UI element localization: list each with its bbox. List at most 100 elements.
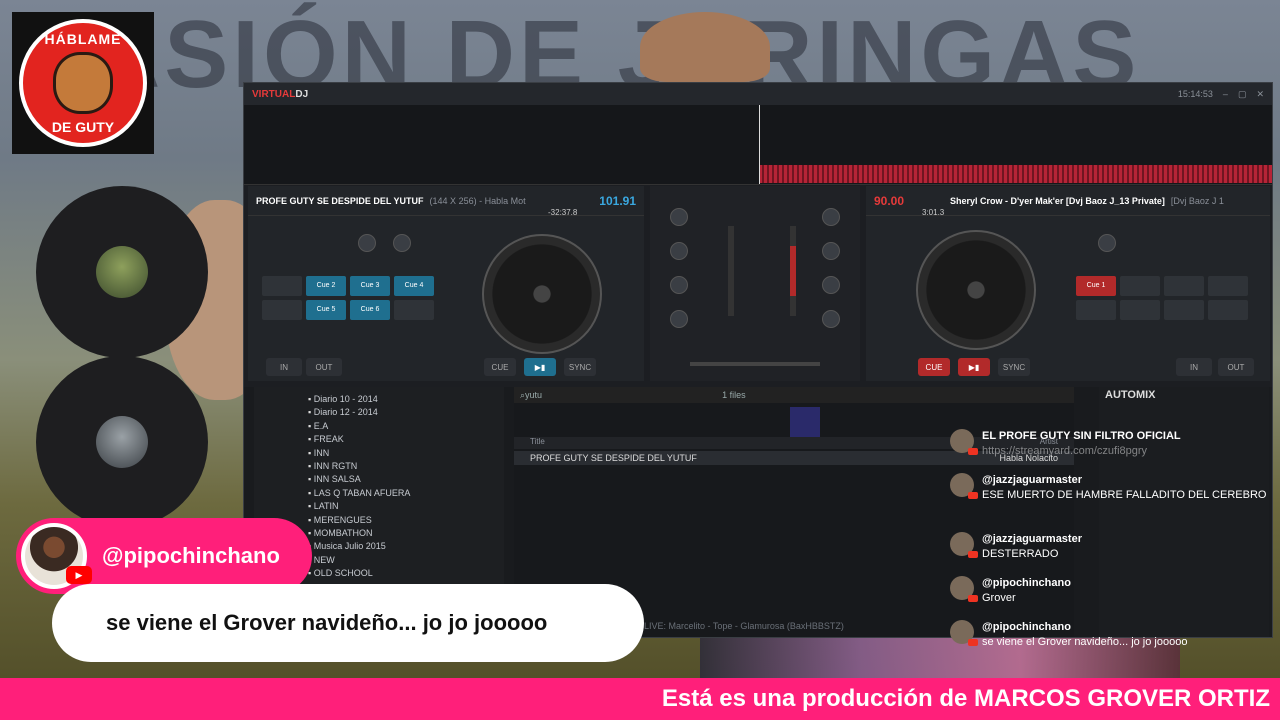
chat-text: ESE MUERTO DE HAMBRE FALLADITO DEL CEREB… xyxy=(982,489,1267,501)
mixer-mid-right-knob[interactable] xyxy=(822,276,840,294)
mixer-mid-left-knob[interactable] xyxy=(670,276,688,294)
volume-fader-right[interactable] xyxy=(790,226,796,316)
pad[interactable] xyxy=(1208,300,1248,320)
pad[interactable] xyxy=(1164,300,1204,320)
deck-left-out-button[interactable]: OUT xyxy=(306,358,342,376)
deck-left-meta: (144 X 256) - Habla Mot xyxy=(429,195,526,206)
deck-left-pitch-knob[interactable] xyxy=(393,234,411,252)
waveform-display[interactable] xyxy=(244,105,1272,185)
folder-item[interactable]: Musica Julio 2015 xyxy=(308,540,504,553)
chat-author: @pipochinchano xyxy=(982,577,1071,589)
deck-left-cue-button[interactable]: CUE xyxy=(484,358,516,376)
folder-item[interactable]: INN RGTN xyxy=(308,460,504,473)
pad-cue-3[interactable]: Cue 3 xyxy=(350,276,390,296)
folder-item[interactable]: E.A xyxy=(308,420,504,433)
deck-right-elapsed: 3:01.3 xyxy=(922,208,945,217)
pad[interactable] xyxy=(1120,300,1160,320)
bottom-ticker: Está es una producción de MARCOS GROVER … xyxy=(0,678,1280,720)
automix-title: AUTOMIX xyxy=(1105,389,1156,401)
deck-right-cue-button[interactable]: CUE xyxy=(918,358,950,376)
logo-face-icon xyxy=(53,52,113,114)
mixer-section xyxy=(650,186,860,381)
pad[interactable] xyxy=(262,276,302,296)
waveform-cursor xyxy=(759,105,760,184)
crossfader[interactable] xyxy=(690,362,820,366)
pad[interactable] xyxy=(1208,276,1248,296)
deck-right: 90.00 Sheryl Crow - D'yer Mak'er [Dvj Ba… xyxy=(866,186,1270,381)
mixer-low-left-knob[interactable] xyxy=(670,310,688,328)
pad-cue-6[interactable]: Cue 6 xyxy=(350,300,390,320)
pad[interactable] xyxy=(1120,276,1160,296)
deck-right-bpm: 90.00 xyxy=(874,193,905,208)
pad[interactable] xyxy=(394,300,434,320)
logo-bottom-text: DE GUTY xyxy=(51,119,115,135)
youtube-icon: ▶ xyxy=(66,566,92,584)
track-thumbnail xyxy=(790,407,820,437)
deck-right-out-button[interactable]: OUT xyxy=(1218,358,1254,376)
chat-avatar xyxy=(950,620,978,646)
pad-cue-1[interactable]: Cue 1 xyxy=(1076,276,1116,296)
folder-item[interactable]: LAS Q TABAN AFUERA xyxy=(308,487,504,500)
chat-message: @pipochinchano Grover xyxy=(950,576,1270,606)
volume-fader-left[interactable] xyxy=(728,226,734,316)
mixer-high-left-knob[interactable] xyxy=(670,242,688,260)
pad[interactable] xyxy=(1076,300,1116,320)
deck-left-play-button[interactable]: ▶▮ xyxy=(524,358,556,376)
guest-photo xyxy=(96,246,148,298)
browser-search-input[interactable]: yutu xyxy=(525,390,542,400)
mixer-high-right-knob[interactable] xyxy=(822,242,840,260)
deck-left-in-button[interactable]: IN xyxy=(266,358,302,376)
mixer-gain-left-knob[interactable] xyxy=(670,208,688,226)
maximize-icon[interactable]: ▢ xyxy=(1238,89,1247,100)
close-icon[interactable]: ✕ xyxy=(1256,89,1264,100)
deck-right-play-button[interactable]: ▶▮ xyxy=(958,358,990,376)
folder-item[interactable]: INN xyxy=(308,447,504,460)
deck-left-info: PROFE GUTY SE DESPIDE DEL YUTUF (144 X 2… xyxy=(248,186,644,216)
chat-text: DESTERRADO xyxy=(982,548,1059,560)
deck-right-jogwheel[interactable] xyxy=(916,230,1036,350)
folder-item[interactable]: INN SALSA xyxy=(308,473,504,486)
vdj-clock: 15:14:53 xyxy=(1177,89,1213,99)
deck-right-fx-knob[interactable] xyxy=(1098,234,1116,252)
mixer-low-right-knob[interactable] xyxy=(822,310,840,328)
folder-item[interactable]: FREAK xyxy=(308,433,504,446)
browser-file-count: 1 files xyxy=(722,390,746,400)
guest-avatar-1 xyxy=(36,186,208,358)
pad[interactable] xyxy=(262,300,302,320)
chat-author: @jazzjaguarmaster xyxy=(982,533,1082,545)
deck-right-sync-button[interactable]: SYNC xyxy=(998,358,1030,376)
deck-left-bpm: 101.91 xyxy=(599,193,636,208)
folder-item[interactable]: OLD SCHOOL xyxy=(308,567,504,580)
deck-left-sync-button[interactable]: SYNC xyxy=(564,358,596,376)
pad-cue-4[interactable]: Cue 4 xyxy=(394,276,434,296)
row-title: PROFE GUTY SE DESPIDE DEL YUTUF xyxy=(530,453,697,463)
folder-item[interactable]: LATIN xyxy=(308,500,504,513)
folder-item[interactable]: NEW xyxy=(308,554,504,567)
pad-cue-2[interactable]: Cue 2 xyxy=(306,276,346,296)
deck-left-title: PROFE GUTY SE DESPIDE DEL YUTUF xyxy=(256,195,424,206)
deck-left-jogwheel[interactable] xyxy=(482,234,602,354)
chat-avatar xyxy=(950,532,978,558)
folder-item[interactable]: Diario 12 - 2014 xyxy=(308,406,504,419)
folder-item[interactable]: Diario 10 - 2014 xyxy=(308,393,504,406)
logo-top-text: HÁBLAME xyxy=(44,31,122,47)
chat-text: se viene el Grover navideño... jo jo joo… xyxy=(982,636,1188,648)
chat-author: EL PROFE GUTY SIN FILTRO OFICIAL xyxy=(982,430,1181,442)
chat-author: @jazzjaguarmaster xyxy=(982,474,1082,486)
column-title[interactable]: Title xyxy=(530,437,545,449)
pad-cue-5[interactable]: Cue 5 xyxy=(306,300,346,320)
minimize-icon[interactable]: – xyxy=(1223,89,1228,99)
deck-left-pads: Cue 2 Cue 3 Cue 4 Cue 5 Cue 6 xyxy=(262,276,434,320)
folder-item[interactable]: MOMBATHON xyxy=(308,527,504,540)
mixer-gain-right-knob[interactable] xyxy=(822,208,840,226)
deck-right-in-button[interactable]: IN xyxy=(1176,358,1212,376)
vdj-titlebar: VIRTUALDJ 15:14:53 – ▢ ✕ xyxy=(244,83,1272,105)
deck-left-fx-knob[interactable] xyxy=(358,234,376,252)
deck-left: PROFE GUTY SE DESPIDE DEL YUTUF (144 X 2… xyxy=(248,186,644,381)
browser-search[interactable]: ⌕ yutu 1 files xyxy=(514,387,1074,403)
cowboy-hat-figure xyxy=(640,12,770,82)
pad[interactable] xyxy=(1164,276,1204,296)
chat-message: @jazzjaguarmaster ESE MUERTO DE HAMBRE FA… xyxy=(950,473,1270,503)
folder-item[interactable]: MERENGUES xyxy=(308,514,504,527)
guest-photo xyxy=(96,416,148,468)
